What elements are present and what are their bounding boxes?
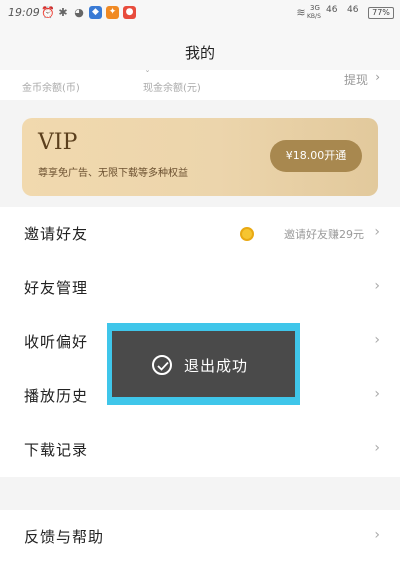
status-bar: 19:09 ⏰ ✱ ◕ ◆ ✦ ● ≋ 3G KB/S 46 46 77% [0,0,400,30]
menu-item-label: 好友管理 [24,279,89,297]
menu-item-label: 邀请好友 [24,225,89,243]
menu-item-invite[interactable]: 邀请好友 邀请好友赚29元 › [0,207,400,261]
chevron-right-icon: › [375,70,380,84]
vip-title: VIP [38,130,78,155]
withdraw-link[interactable]: 提现 [344,71,368,88]
vip-card[interactable]: VIP 尊享免广告、无限下载等多种权益 ¥18.00开通 [22,118,378,196]
invite-reward-text: 邀请好友赚29元 [284,228,364,241]
signal-2: 46 [347,5,359,15]
check-circle-icon [152,355,172,375]
cash-balance-label: 现金余额(元) [143,83,201,94]
app-icon-2: ✦ [106,6,119,19]
toast-highlight: 退出成功 [107,323,300,405]
menu-item-label: 播放历史 [24,387,89,405]
status-time: 19:09 [8,6,40,19]
network-speed: KB/S [307,13,321,20]
balance-row: ˇ 金币余额(币) 现金余额(元) 提现 › [0,70,400,100]
coin-balance-label: 金币余额(币) [22,83,80,94]
menu-item-label: 下载记录 [24,441,89,459]
chevron-right-icon: › [374,224,380,240]
menu-item-friends[interactable]: 好友管理 › [0,261,400,315]
chevron-right-icon: › [374,527,380,543]
network-label: 3G [310,4,320,12]
vip-subscribe-button[interactable]: ¥18.00开通 [270,140,362,172]
chevron-right-icon: › [374,278,380,294]
menu-item-feedback[interactable]: 反馈与帮助 › [0,510,400,565]
coin-icon [240,227,254,241]
menu-item-downloads[interactable]: 下载记录 › [0,423,400,477]
nav-bar: 我的 [0,30,400,70]
menu-item-label: 反馈与帮助 [24,528,105,546]
app-icon-1: ◆ [89,6,102,19]
menu-item-label: 收听偏好 [24,333,89,351]
page-title: 我的 [184,44,215,62]
qq-icon: ◕ [74,6,84,19]
chevron-right-icon: › [374,386,380,402]
chevron-right-icon: › [374,332,380,348]
toast-message: 退出成功 [184,357,249,375]
vip-subtitle: 尊享免广告、无限下载等多种权益 [38,168,188,179]
toast: 退出成功 [112,331,295,397]
bluetooth-icon: ✱ [58,6,68,19]
chevron-right-icon: › [374,440,380,456]
signal-1: 46 [326,5,338,15]
app-icon-3: ● [123,6,136,19]
alarm-icon: ⏰ [41,6,55,19]
battery-indicator: 77% [368,7,394,19]
